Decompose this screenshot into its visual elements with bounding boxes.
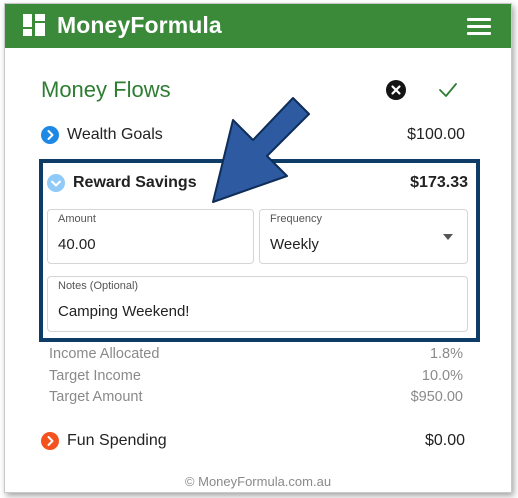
stat-label: Target Income	[49, 368, 141, 384]
stat-label: Target Amount	[49, 389, 143, 405]
dropdown-arrow-icon[interactable]	[443, 234, 453, 240]
app-window: MoneyFormula Money Flows Wealth Goals $1…	[4, 3, 512, 493]
amount-field-value[interactable]: 40.00	[58, 236, 96, 253]
stat-value: 1.8%	[429, 346, 463, 362]
flow-row-fun-spending[interactable]: Fun Spending $0.00	[41, 428, 465, 454]
close-circle-icon[interactable]	[386, 80, 406, 100]
stat-income-allocated: Income Allocated 1.8%	[49, 346, 463, 362]
stat-target-income: Target Income 10.0%	[49, 368, 463, 384]
app-title: MoneyFormula	[57, 12, 222, 38]
chevron-right-icon[interactable]	[41, 432, 59, 450]
stat-label: Income Allocated	[49, 346, 160, 362]
check-icon[interactable]	[437, 80, 459, 100]
frequency-select-value[interactable]: Weekly	[270, 236, 319, 253]
page-title: Money Flows	[41, 77, 171, 102]
amount-field-label: Amount	[58, 213, 96, 225]
flow-label: Fun Spending	[67, 432, 167, 449]
notes-field[interactable]: Notes (Optional) Camping Weekend!	[47, 276, 468, 332]
frequency-select[interactable]: Frequency Weekly	[259, 209, 468, 264]
notes-field-label: Notes (Optional)	[58, 280, 139, 292]
footer-copyright: © MoneyFormula.com.au	[184, 474, 332, 489]
chevron-down-icon[interactable]	[47, 174, 65, 192]
flow-amount: $100.00	[407, 126, 465, 143]
annotation-arrow-icon	[212, 97, 310, 203]
stat-value: $950.00	[410, 389, 463, 405]
app-bar: MoneyFormula	[5, 4, 511, 48]
flow-amount: $173.33	[410, 174, 468, 191]
frequency-select-label: Frequency	[270, 213, 322, 225]
stat-value: 10.0%	[421, 368, 463, 384]
hamburger-menu-icon[interactable]	[467, 18, 491, 36]
flow-amount: $0.00	[424, 432, 465, 449]
dashboard-logo-icon	[23, 14, 45, 36]
stat-target-amount: Target Amount $950.00	[49, 389, 463, 405]
notes-field-value[interactable]: Camping Weekend!	[58, 303, 189, 320]
amount-field[interactable]: Amount 40.00	[47, 209, 254, 264]
chevron-right-icon[interactable]	[41, 126, 59, 144]
